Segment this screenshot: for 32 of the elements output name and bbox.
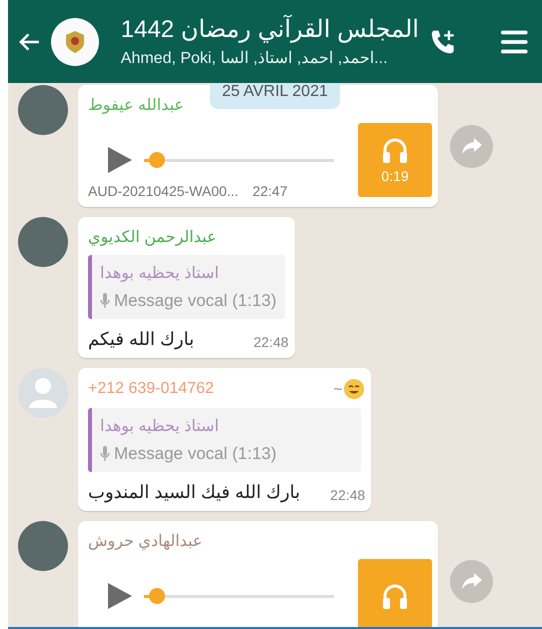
- headphones-icon: [381, 582, 409, 610]
- play-icon[interactable]: [106, 581, 134, 611]
- audio-duration: 0:19: [381, 168, 409, 184]
- sender-name: عبدالله عيفوط: [88, 96, 184, 115]
- message-time: 22:48: [330, 487, 366, 503]
- date-chip: 25 AVRIL 2021: [210, 83, 340, 109]
- group-title: المجلس القرآني رمضان 1442: [120, 15, 419, 44]
- sender-name: +212 639-014762: [88, 380, 214, 398]
- forward-icon: [460, 572, 482, 590]
- smiling-face-icon: [343, 378, 366, 400]
- sender-name: عبدالهادي حروش: [88, 532, 202, 551]
- message-text: بارك الله فيكم: [88, 329, 194, 350]
- sender-name: عبدالرحمن الكديوي: [88, 228, 216, 247]
- progress-thumb[interactable]: [149, 588, 166, 604]
- message-text: بارك الله فيك السيد المندوب: [88, 482, 300, 503]
- headphones-icon: [381, 136, 409, 164]
- person-silhouette-icon: [28, 377, 58, 409]
- microphone-icon: [100, 446, 110, 462]
- quoted-text: Message vocal (1:13): [114, 291, 277, 311]
- microphone-icon: [100, 293, 110, 309]
- group-members: Ahmed, Poki, احمد, احمد, استاذ, السا...: [120, 49, 389, 68]
- message-time: 22:47: [252, 183, 288, 199]
- menu-icon[interactable]: [501, 28, 528, 54]
- forward-icon: [460, 137, 482, 155]
- progress-thumb[interactable]: [149, 152, 166, 168]
- message-time: 22:48: [253, 334, 289, 350]
- quoted-text: Message vocal (1:13): [114, 444, 277, 464]
- quoted-author: استاذ يحظيه بوهدا: [100, 264, 220, 283]
- play-icon[interactable]: [106, 145, 134, 175]
- tilde-text: ~: [333, 380, 342, 398]
- quoted-author: استاذ يحظيه بوهدا: [100, 417, 220, 436]
- audio-file-name: AUD-20210425-WA00...: [88, 183, 238, 199]
